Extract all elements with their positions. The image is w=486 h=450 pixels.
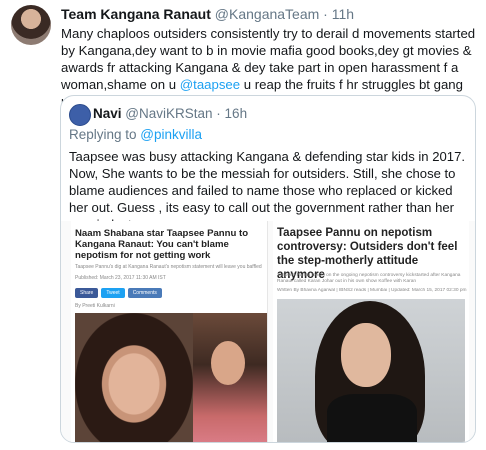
left-article-byline: By Preeti Kulkarni <box>75 303 115 309</box>
taapsee-photo <box>75 313 193 442</box>
replying-prefix: Replying to <box>69 127 141 142</box>
portrait-face <box>341 323 391 387</box>
quoted-tweet-timestamp: 16h <box>224 106 248 121</box>
author-handle[interactable]: @KanganaTeam <box>215 6 320 22</box>
quoted-tweet-header: Navi @NaviKRStan · 16h <box>93 106 247 121</box>
comments-button: Comments <box>127 288 162 298</box>
replying-to-mention[interactable]: @pinkvilla <box>140 127 202 142</box>
left-article-date: Published: March 23, 2017 11:30 AM IST <box>75 275 166 281</box>
facebook-share-button: Share <box>75 288 99 298</box>
taapsee-portrait-photo <box>277 299 465 442</box>
article-screenshot-left[interactable]: Naam Shabana star Taapsee Pannu to Kanga… <box>71 221 268 442</box>
tweet-header: Team Kangana Ranaut @KanganaTeam · 11h <box>61 6 354 22</box>
replying-to-line: Replying to @pinkvilla <box>69 127 202 142</box>
author-display-name[interactable]: Team Kangana Ranaut <box>61 6 211 22</box>
right-article-meta: Written By Bhavna Agarwal | IBNS2 reads … <box>277 288 467 293</box>
quoted-header-separator: · <box>212 106 225 121</box>
right-article-subheading: Taapsee Pannu reacts on the ongoing nepo… <box>277 273 461 284</box>
header-separator: · <box>319 6 332 22</box>
left-article-headline: Naam Shabana star Taapsee Pannu to Kanga… <box>75 228 249 261</box>
left-article-subheading: Taapsee Pannu's dig at Kangana Ranaut's … <box>75 264 262 270</box>
article-screenshot-right[interactable]: Taapsee Pannu on nepotism controversy: O… <box>273 221 469 442</box>
kangana-photo <box>193 313 267 442</box>
quoted-author-display-name: Navi <box>93 106 122 121</box>
quoted-tweet-card[interactable]: Navi @NaviKRStan · 16h Replying to @pink… <box>60 95 476 443</box>
quoted-author-avatar <box>69 104 91 126</box>
tweet-timestamp[interactable]: 11h <box>332 6 354 22</box>
mention-link[interactable]: @taapsee <box>180 77 240 92</box>
author-avatar[interactable] <box>11 5 51 45</box>
quoted-author-handle: @NaviKRStan <box>125 106 213 121</box>
twitter-share-button: Tweet <box>101 288 125 298</box>
portrait-dress <box>327 394 417 442</box>
attached-images[interactable]: Naam Shabana star Taapsee Pannu to Kanga… <box>61 221 475 442</box>
left-article-share-row: Share Tweet Comments <box>75 288 165 298</box>
